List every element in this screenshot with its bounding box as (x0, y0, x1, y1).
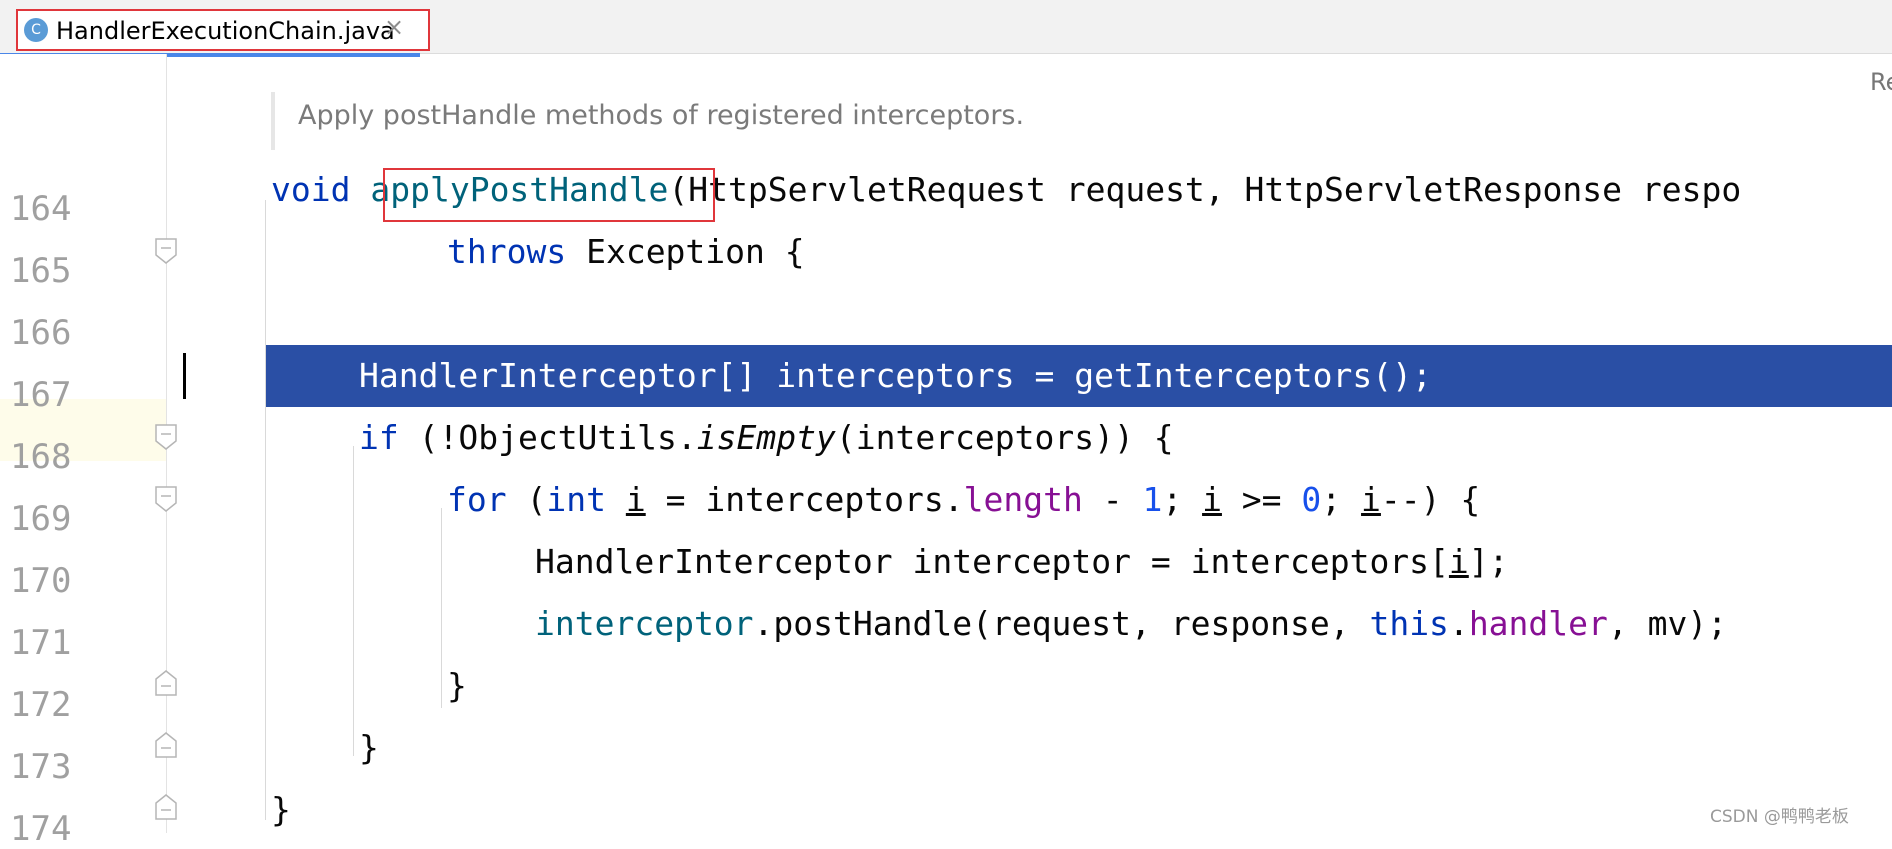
tab-handler-execution-chain[interactable]: C HandlerExecutionChain.java × (16, 9, 430, 51)
line-number: 172 (10, 685, 72, 725)
code-text: } (271, 790, 291, 829)
loop-variable: i (1202, 480, 1222, 519)
loop-variable: i (625, 480, 646, 519)
loop-variable: i (1448, 542, 1469, 581)
number: 0 (1301, 480, 1322, 519)
field: length (963, 480, 1083, 519)
code-line-173: } (359, 717, 379, 779)
code-text: . (1448, 604, 1469, 643)
keyword: for (447, 480, 507, 519)
code-text: ]; (1468, 542, 1509, 581)
line-number: 169 (10, 499, 72, 539)
code-line-174: } (271, 779, 291, 833)
loop-variable: i (1361, 480, 1381, 519)
keyword: void (271, 170, 351, 209)
line-number: 171 (10, 623, 72, 663)
code-line-171: interceptor.postHandle(request, response… (535, 593, 1727, 655)
code-text: --) { (1380, 480, 1481, 519)
keyword: throws (447, 232, 567, 271)
number: 1 (1142, 480, 1163, 519)
field: handler (1468, 604, 1608, 643)
keyword: this (1369, 604, 1449, 643)
code-text: - (1082, 480, 1143, 519)
code-editor[interactable]: Re Apply postHandle methods of registere… (167, 54, 1892, 833)
code-text: Exception { (566, 232, 805, 271)
line-number: 167 (10, 375, 72, 415)
code-line-167: HandlerInterceptor[] interceptors = getI… (359, 345, 1432, 407)
text-caret (183, 353, 186, 399)
line-number: 173 (10, 747, 72, 787)
code-text: HandlerInterceptor interceptor = interce… (535, 542, 1449, 581)
code-text: HandlerInterceptor[] interceptors = getI… (359, 356, 1432, 395)
code-text: (HttpServletRequest request, HttpServlet… (668, 170, 1742, 209)
watermark: CSDN @鸭鸭老板 (1710, 807, 1849, 827)
line-number: 165 (10, 251, 72, 291)
close-icon[interactable]: × (384, 13, 404, 41)
code-line-168: if (!ObjectUtils.isEmpty(interceptors)) … (359, 407, 1174, 469)
code-text: } (359, 728, 379, 767)
tab-label: HandlerExecutionChain.java (56, 17, 395, 45)
indent-guide (353, 446, 354, 756)
local-variable: interceptor (535, 604, 754, 643)
code-line-172: } (447, 655, 467, 717)
line-number: 168 (10, 437, 72, 477)
line-number: 170 (10, 561, 72, 601)
java-class-icon: C (24, 18, 48, 42)
doc-comment: Apply postHandle methods of registered i… (298, 100, 1025, 131)
doc-comment-bar (271, 92, 275, 150)
keyword: int (546, 480, 606, 519)
reader-mode-hint[interactable]: Re (1870, 68, 1892, 96)
code-line-165: throws Exception { (447, 221, 805, 283)
line-number: 164 (10, 189, 72, 229)
code-line-170: HandlerInterceptor interceptor = interce… (535, 531, 1509, 593)
code-text: >= (1221, 480, 1302, 519)
code-line-169: for (int i = interceptors.length - 1; i … (447, 469, 1480, 531)
code-text: ; (1321, 480, 1362, 519)
line-number: 166 (10, 313, 72, 353)
code-text: , mv); (1607, 604, 1728, 643)
static-call: isEmpty (696, 418, 836, 457)
code-text: ( (506, 480, 547, 519)
code-text: ; (1162, 480, 1203, 519)
indent-guide (441, 508, 442, 708)
line-gutter: 164 165 166 167 168 169 170 171 172 173 … (0, 54, 167, 849)
indent-guide (265, 200, 266, 820)
code-text: (!ObjectUtils. (398, 418, 697, 457)
method-highlight-box (383, 168, 715, 222)
keyword: if (359, 418, 399, 457)
editor-tab-bar: C HandlerExecutionChain.java × (0, 0, 1892, 57)
line-number: 174 (10, 809, 72, 849)
code-text: = interceptors. (645, 480, 964, 519)
code-text: (interceptors)) { (835, 418, 1174, 457)
code-text: .postHandle(request, response, (753, 604, 1370, 643)
code-text: } (447, 666, 467, 705)
